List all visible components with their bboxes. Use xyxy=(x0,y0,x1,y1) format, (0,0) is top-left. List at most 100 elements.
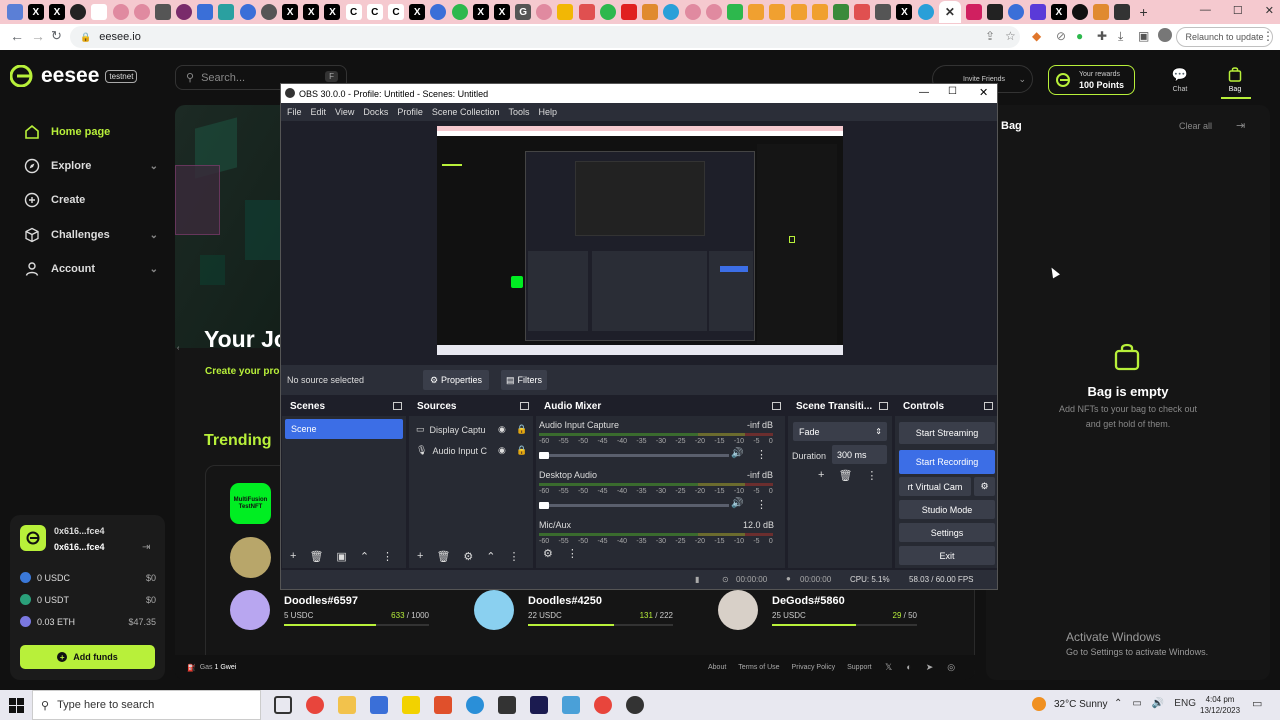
app-tab-icon[interactable] xyxy=(1093,4,1110,20)
remove-scene-icon[interactable]: 🗑 xyxy=(309,550,323,563)
app-tab-icon[interactable] xyxy=(260,4,277,20)
add-source-icon[interactable]: + xyxy=(417,550,423,563)
clear-all-button[interactable]: Clear all xyxy=(1179,121,1212,131)
app-tab-icon[interactable] xyxy=(811,4,828,20)
menu-view[interactable]: View xyxy=(335,107,354,117)
chevron-up-icon[interactable]: ⌃ xyxy=(1114,698,1122,709)
c-tab-icon[interactable]: C xyxy=(366,4,383,20)
sidebar-item-home[interactable]: Home page xyxy=(24,124,158,140)
studio-mode-button[interactable]: Studio Mode xyxy=(899,500,995,519)
remove-source-icon[interactable]: 🗑 xyxy=(436,550,450,563)
menu-tools[interactable]: Tools xyxy=(508,107,529,117)
footer-link-privacy[interactable]: Privacy Policy xyxy=(792,664,836,671)
youtube-tab-icon[interactable] xyxy=(621,4,638,20)
app-tab-icon[interactable] xyxy=(1071,4,1088,20)
source-item-audio[interactable]: 🎙 Audio Input C ◉ 🔒 xyxy=(416,445,528,456)
maximize-icon[interactable]: ☐ xyxy=(1233,4,1243,17)
undock-icon[interactable] xyxy=(520,402,529,410)
virtual-cam-settings-button[interactable]: ⚙ xyxy=(974,477,995,496)
obs-icon[interactable] xyxy=(626,696,644,714)
notes-icon[interactable] xyxy=(402,696,420,714)
menu-help[interactable]: Help xyxy=(538,107,557,117)
x-tab-icon[interactable]: X xyxy=(896,4,913,20)
network-icon[interactable]: ▭ xyxy=(1132,698,1141,709)
footer-link-support[interactable]: Support xyxy=(847,664,872,671)
close-icon[interactable]: ✕ xyxy=(1265,4,1274,17)
calculator-icon[interactable] xyxy=(370,696,388,714)
pink-tab-icon[interactable] xyxy=(705,4,722,20)
sidepanel-icon[interactable]: ▣ xyxy=(1138,29,1149,43)
language-indicator[interactable]: ENG xyxy=(1174,698,1196,709)
app-icon[interactable] xyxy=(498,696,516,714)
nft-thumbnail[interactable]: MultiFusion TestNFT xyxy=(230,483,271,524)
pink-tab-icon[interactable] xyxy=(112,4,129,20)
twitter-icon[interactable]: 𝕏 xyxy=(885,662,892,673)
sidebar-item-create[interactable]: Create xyxy=(24,192,158,208)
eye-icon[interactable]: ◉ xyxy=(498,424,506,435)
notification-icon[interactable]: ▭ xyxy=(1252,697,1262,710)
minimize-icon[interactable]: — xyxy=(919,87,929,98)
pink-tab-icon[interactable] xyxy=(684,4,701,20)
add-scene-icon[interactable]: + xyxy=(290,550,296,563)
start-recording-button[interactable]: Start Recording xyxy=(899,450,995,474)
gear-icon[interactable]: ⚙ xyxy=(463,550,473,563)
weather-text[interactable]: 32°C Sunny xyxy=(1054,699,1107,710)
speaker-icon[interactable]: 🔊 xyxy=(731,498,743,509)
c-tab-icon[interactable]: C xyxy=(345,4,362,20)
wallet-address-secondary[interactable]: 0x616...fce4 xyxy=(54,542,105,552)
pink-tab-icon[interactable] xyxy=(133,4,150,20)
app-tab-icon[interactable] xyxy=(966,4,983,20)
eye-icon[interactable]: ◉ xyxy=(498,445,506,456)
share-icon[interactable]: ⇪ xyxy=(985,29,995,43)
start-button[interactable] xyxy=(0,690,32,720)
x-tab-icon[interactable]: X xyxy=(493,4,510,20)
app-tab-icon[interactable] xyxy=(854,4,871,20)
collapse-panel-icon[interactable]: ⇥ xyxy=(1236,119,1245,132)
chrome-icon[interactable] xyxy=(594,696,612,714)
logout-icon[interactable]: ⇥ xyxy=(142,542,150,553)
footer-link-about[interactable]: About xyxy=(708,664,726,671)
lock-icon[interactable]: 🔒 xyxy=(516,445,527,456)
metamask-icon[interactable]: ◆ xyxy=(1032,29,1041,43)
star-icon[interactable]: ☆ xyxy=(1005,29,1016,43)
x-tab-icon[interactable]: X xyxy=(324,4,341,20)
app-tab-icon[interactable] xyxy=(176,4,193,20)
download-icon[interactable]: ⤓ xyxy=(1118,29,1123,44)
profile-avatar[interactable] xyxy=(1158,28,1172,42)
nft-card[interactable]: DeGods#5860 25 USDC 29 / 50 xyxy=(718,590,917,630)
move-up-icon[interactable]: ⌃ xyxy=(360,550,369,563)
advanced-audio-icon[interactable]: ⚙ xyxy=(543,547,553,560)
reload-icon[interactable]: ↻ xyxy=(51,28,62,44)
menu-docks[interactable]: Docks xyxy=(363,107,388,117)
chat-button[interactable]: 💬 Chat xyxy=(1166,67,1194,93)
fi-app-icon[interactable] xyxy=(530,696,548,714)
brave-icon[interactable] xyxy=(434,696,452,714)
add-funds-button[interactable]: + Add funds xyxy=(20,645,155,669)
nft-card[interactable]: Doodles#6597 5 USDC 633 / 1000 xyxy=(230,590,429,630)
x-tab-icon[interactable]: X xyxy=(48,4,65,20)
obs-preview[interactable] xyxy=(437,126,843,355)
bag-button[interactable]: Bag xyxy=(1221,67,1251,99)
start-streaming-button[interactable]: Start Streaming xyxy=(899,422,995,444)
telegram-tab-icon[interactable] xyxy=(663,4,680,20)
undock-icon[interactable] xyxy=(879,402,888,410)
app-tab-icon[interactable] xyxy=(769,4,786,20)
docs-tab-icon[interactable] xyxy=(6,4,23,20)
menu-scene-collection[interactable]: Scene Collection xyxy=(432,107,500,117)
duration-spinner[interactable]: 300 ms xyxy=(832,445,887,464)
app-tab-icon[interactable] xyxy=(599,4,616,20)
x-tab-icon[interactable]: X xyxy=(409,4,426,20)
app-tab-icon[interactable] xyxy=(790,4,807,20)
task-view-icon[interactable] xyxy=(274,696,292,714)
slider-handle[interactable] xyxy=(539,502,549,509)
maximize-icon[interactable]: ☐ xyxy=(948,86,957,97)
x-tab-icon[interactable]: X xyxy=(282,4,299,20)
menu-edit[interactable]: Edit xyxy=(311,107,327,117)
move-up-icon[interactable]: ⌃ xyxy=(486,550,495,563)
app-tab-icon[interactable] xyxy=(451,4,468,20)
wallet-extension-icon[interactable]: ● xyxy=(1076,29,1083,43)
properties-button[interactable]: ⚙ Properties xyxy=(423,370,489,390)
carousel-prev-icon[interactable]: ‹ xyxy=(177,345,179,352)
app-tab-icon[interactable] xyxy=(557,4,574,20)
more-icon[interactable]: ⋮ xyxy=(567,547,578,560)
